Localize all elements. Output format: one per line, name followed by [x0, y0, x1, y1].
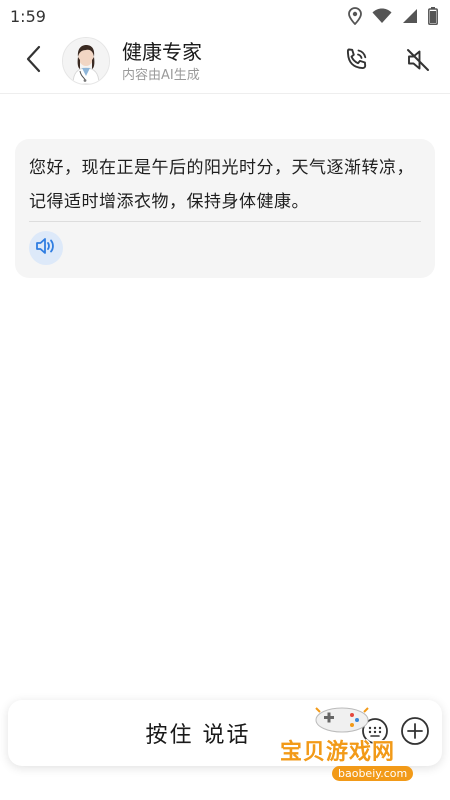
watermark-url: baobeiy.com — [332, 766, 414, 781]
title-block: 健康专家 内容由AI生成 — [122, 39, 202, 85]
input-bar: 按住 说话 — [8, 700, 442, 766]
more-options-button[interactable] — [400, 716, 430, 750]
wifi-icon — [372, 8, 392, 24]
play-audio-button[interactable] — [29, 231, 63, 265]
avatar[interactable] — [62, 37, 110, 85]
hold-to-talk-button[interactable]: 按住 说话 — [98, 700, 298, 766]
assistant-message-bubble: 您好，现在正是午后的阳光时分，天气逐渐转凉，记得适时增添衣物，保持身体健康。 — [15, 139, 435, 278]
battery-icon — [428, 7, 438, 25]
page-title: 健康专家 — [122, 40, 202, 64]
mute-button[interactable] — [400, 44, 436, 80]
status-icons — [348, 7, 438, 25]
phone-call-icon — [342, 46, 370, 78]
ai-generated-note: 内容由AI生成 — [122, 68, 200, 83]
keyboard-button[interactable] — [360, 718, 390, 748]
chat-header: 健康专家 内容由AI生成 — [0, 32, 450, 94]
back-button[interactable] — [18, 44, 48, 78]
keyboard-icon — [361, 717, 389, 749]
plus-icon — [400, 716, 430, 750]
message-divider — [29, 221, 421, 222]
location-icon — [348, 7, 362, 25]
doctor-avatar-icon — [63, 38, 109, 84]
status-bar: 1:59 — [0, 0, 450, 32]
signal-icon — [402, 8, 418, 24]
voice-call-button[interactable] — [338, 44, 374, 80]
status-time: 1:59 — [10, 6, 46, 26]
mute-icon — [404, 46, 432, 78]
message-text: 您好，现在正是午后的阳光时分，天气逐渐转凉，记得适时增添衣物，保持身体健康。 — [29, 158, 414, 212]
speaker-icon — [35, 236, 57, 260]
back-arrow-icon — [25, 45, 41, 77]
